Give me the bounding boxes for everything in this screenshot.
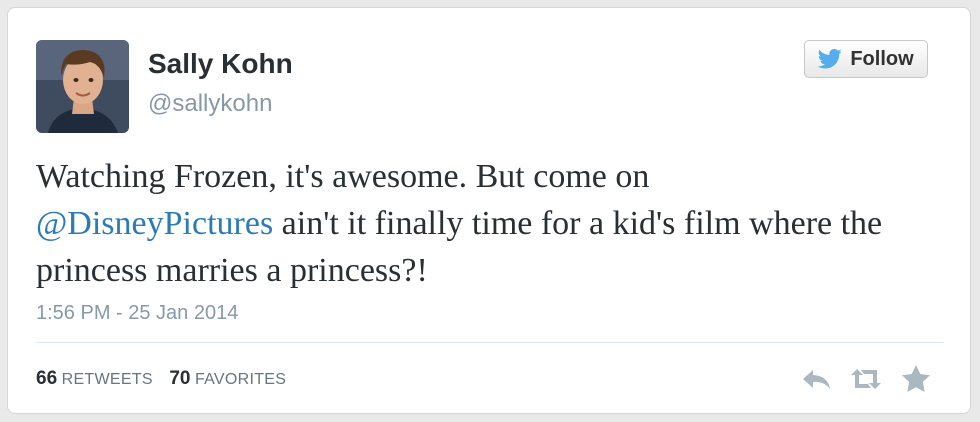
follow-button[interactable]: Follow xyxy=(804,40,928,78)
retweet-icon[interactable] xyxy=(850,363,882,395)
avatar[interactable] xyxy=(36,40,129,133)
user-handle[interactable]: @sallykohn xyxy=(148,90,272,118)
user-name[interactable]: Sally Kohn xyxy=(148,48,293,80)
tweet-text: Watching Frozen, it's awesome. But come … xyxy=(36,153,936,294)
tweet-text-part-1: Watching Frozen, it's awesome. But come … xyxy=(36,158,650,195)
tweet-card: Sally Kohn @sallykohn Follow Watching Fr… xyxy=(7,7,971,414)
tweet-actions xyxy=(800,363,932,395)
favorites-count[interactable]: 70 xyxy=(169,368,190,389)
favorite-star-icon[interactable] xyxy=(900,363,932,395)
divider xyxy=(36,342,944,343)
retweets-count[interactable]: 66 xyxy=(36,368,57,389)
tweet-stats: 66 RETWEETS 70 FAVORITES xyxy=(36,368,298,390)
bird-icon xyxy=(818,49,842,69)
follow-button-label: Follow xyxy=(850,47,914,70)
tweet-timestamp[interactable]: 1:56 PM - 25 Jan 2014 xyxy=(36,302,238,325)
avatar-image xyxy=(36,40,129,133)
mention-link[interactable]: @DisneyPictures xyxy=(36,205,273,242)
retweets-label[interactable]: RETWEETS xyxy=(62,371,153,388)
favorites-label[interactable]: FAVORITES xyxy=(195,371,286,388)
reply-icon[interactable] xyxy=(800,363,832,395)
